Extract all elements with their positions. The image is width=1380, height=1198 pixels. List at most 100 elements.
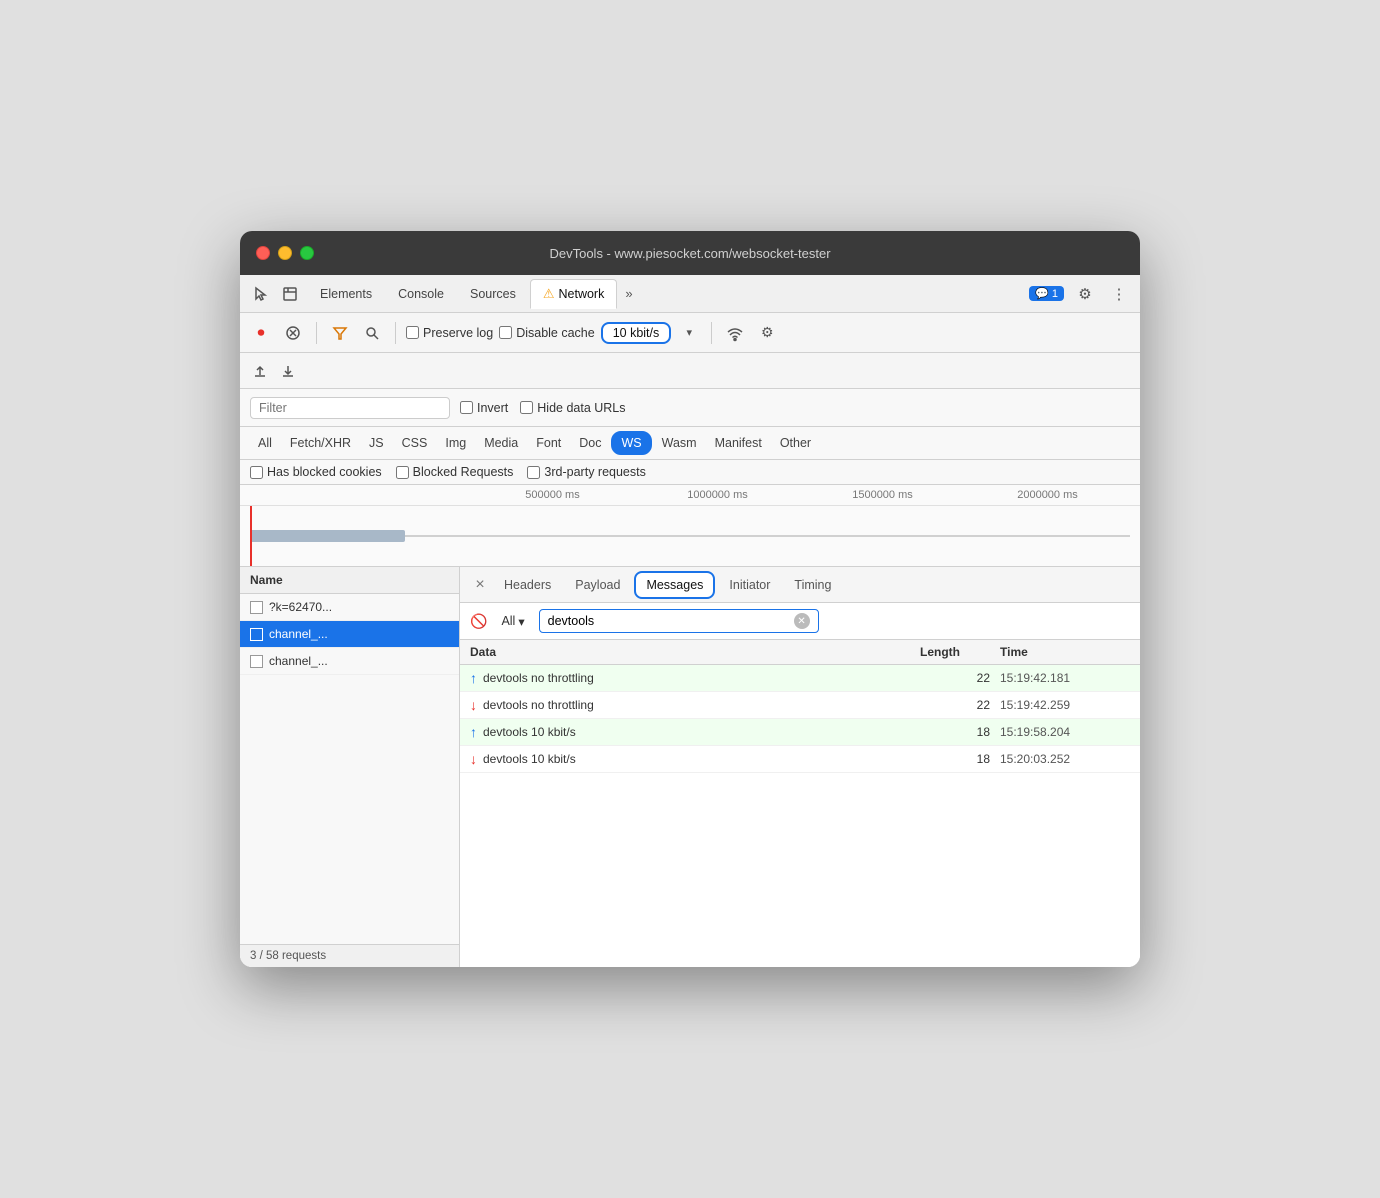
tab-sources[interactable]: Sources <box>458 281 528 307</box>
sent-arrow-icon-2: ↑ <box>470 724 477 740</box>
disable-cache-input[interactable] <box>499 326 512 339</box>
cookie-filter-bar: Has blocked cookies Blocked Requests 3rd… <box>240 460 1140 485</box>
chat-badge[interactable]: 💬 1 <box>1029 286 1064 301</box>
filter-input[interactable] <box>250 397 450 419</box>
devtools-window: DevTools - www.piesocket.com/websocket-t… <box>240 231 1140 967</box>
filter-wasm[interactable]: Wasm <box>654 433 705 453</box>
message-row-3[interactable]: ↓ devtools 10 kbit/s 18 15:20:03.252 <box>460 746 1140 773</box>
request-checkbox-2[interactable] <box>250 655 263 668</box>
close-detail-tab[interactable]: × <box>470 575 490 595</box>
message-search-clear[interactable]: ✕ <box>794 613 810 629</box>
message-data-0: ↑ devtools no throttling <box>470 670 920 686</box>
tab-initiator[interactable]: Initiator <box>719 573 780 597</box>
more-options-icon[interactable]: ⋮ <box>1106 281 1132 307</box>
inspect-icon[interactable] <box>278 282 302 306</box>
disable-cache-checkbox[interactable]: Disable cache <box>499 326 595 340</box>
tab-headers[interactable]: Headers <box>494 573 561 597</box>
secondary-toolbar <box>240 353 1140 389</box>
no-entry-icon: 🚫 <box>470 613 487 630</box>
main-toolbar: ⏺ <box>240 313 1140 353</box>
timeline-bar-area[interactable] <box>240 506 1140 566</box>
stop-button[interactable] <box>280 320 306 346</box>
tab-timing[interactable]: Timing <box>784 573 841 597</box>
invert-input[interactable] <box>460 401 473 414</box>
received-arrow-icon-3: ↓ <box>470 751 477 767</box>
tab-messages[interactable]: Messages <box>634 571 715 599</box>
filter-doc[interactable]: Doc <box>571 433 609 453</box>
tab-bar: Elements Console Sources ⚠ Network » 💬 1… <box>240 275 1140 313</box>
dropdown-arrow-icon: ▾ <box>518 614 524 629</box>
separator-2 <box>395 322 396 344</box>
download-icon[interactable] <box>276 359 300 383</box>
upload-icon[interactable] <box>248 359 272 383</box>
message-search-input[interactable] <box>548 614 794 628</box>
minimize-button[interactable] <box>278 246 292 260</box>
separator-3 <box>711 322 712 344</box>
request-item-0[interactable]: ?k=62470... <box>240 594 459 621</box>
request-item-1[interactable]: channel_... <box>240 621 459 648</box>
message-type-dropdown[interactable]: All ▾ <box>495 612 530 631</box>
filter-manifest[interactable]: Manifest <box>707 433 770 453</box>
maximize-button[interactable] <box>300 246 314 260</box>
type-filter-bar: All Fetch/XHR JS CSS Img Media Font Doc … <box>240 427 1140 460</box>
request-checkbox-0[interactable] <box>250 601 263 614</box>
badge-count: 1 <box>1052 288 1058 300</box>
has-blocked-cookies-checkbox[interactable]: Has blocked cookies <box>250 465 382 479</box>
blocked-cookies-input[interactable] <box>250 466 263 479</box>
message-data-1: ↓ devtools no throttling <box>470 697 920 713</box>
invert-checkbox[interactable]: Invert <box>460 401 508 415</box>
status-bar: 3 / 58 requests <box>240 944 459 967</box>
request-item-2[interactable]: channel_... <box>240 648 459 675</box>
settings-icon[interactable]: ⚙ <box>1072 281 1098 307</box>
filter-ws[interactable]: WS <box>611 431 651 455</box>
gear-icon[interactable]: ⚙ <box>754 320 780 346</box>
message-data-2: ↑ devtools 10 kbit/s <box>470 724 920 740</box>
left-panel-spacer <box>240 675 459 944</box>
request-checkbox-1[interactable] <box>250 628 263 641</box>
cursor-icon[interactable] <box>248 282 272 306</box>
filter-all[interactable]: All <box>250 433 280 453</box>
throttle-dropdown[interactable]: ▾ <box>677 321 701 345</box>
third-party-input[interactable] <box>527 466 540 479</box>
timeline-label-1000k: 1000000 ms <box>635 489 800 501</box>
message-length-2: 18 <box>920 725 1000 739</box>
blocked-requests-checkbox[interactable]: Blocked Requests <box>396 465 514 479</box>
tab-more-btn[interactable]: » <box>619 282 638 305</box>
hide-data-urls-checkbox[interactable]: Hide data URLs <box>520 401 625 415</box>
filter-other[interactable]: Other <box>772 433 819 453</box>
preserve-log-input[interactable] <box>406 326 419 339</box>
message-row-1[interactable]: ↓ devtools no throttling 22 15:19:42.259 <box>460 692 1140 719</box>
message-time-1: 15:19:42.259 <box>1000 698 1130 712</box>
tab-elements[interactable]: Elements <box>308 281 384 307</box>
request-name-0: ?k=62470... <box>269 600 332 614</box>
hide-data-urls-input[interactable] <box>520 401 533 414</box>
throttle-button[interactable]: 10 kbit/s <box>601 322 672 344</box>
blocked-requests-input[interactable] <box>396 466 409 479</box>
message-text-3: devtools 10 kbit/s <box>483 752 576 766</box>
filter-bar: Invert Hide data URLs <box>240 389 1140 427</box>
record-button[interactable]: ⏺ <box>248 320 274 346</box>
filter-font[interactable]: Font <box>528 433 569 453</box>
tab-network[interactable]: ⚠ Network <box>530 279 618 309</box>
message-row-0[interactable]: ↑ devtools no throttling 22 15:19:42.181 <box>460 665 1140 692</box>
message-data-3: ↓ devtools 10 kbit/s <box>470 751 920 767</box>
name-column-header: Name <box>240 567 459 594</box>
message-row-2[interactable]: ↑ devtools 10 kbit/s 18 15:19:58.204 <box>460 719 1140 746</box>
filter-fetch-xhr[interactable]: Fetch/XHR <box>282 433 359 453</box>
filter-js[interactable]: JS <box>361 433 392 453</box>
filter-icon[interactable] <box>327 320 353 346</box>
tab-payload[interactable]: Payload <box>565 573 630 597</box>
filter-css[interactable]: CSS <box>394 433 436 453</box>
message-time-0: 15:19:42.181 <box>1000 671 1130 685</box>
third-party-checkbox[interactable]: 3rd-party requests <box>527 465 645 479</box>
preserve-log-checkbox[interactable]: Preserve log <box>406 326 493 340</box>
wifi-icon[interactable] <box>722 320 748 346</box>
tab-console[interactable]: Console <box>386 281 456 307</box>
close-button[interactable] <box>256 246 270 260</box>
main-content: Name ?k=62470... channel_... channel_...… <box>240 567 1140 967</box>
filter-media[interactable]: Media <box>476 433 526 453</box>
messages-table-header: Data Length Time <box>460 640 1140 665</box>
search-icon[interactable] <box>359 320 385 346</box>
filter-img[interactable]: Img <box>437 433 474 453</box>
message-search-box[interactable]: ✕ <box>539 609 819 633</box>
